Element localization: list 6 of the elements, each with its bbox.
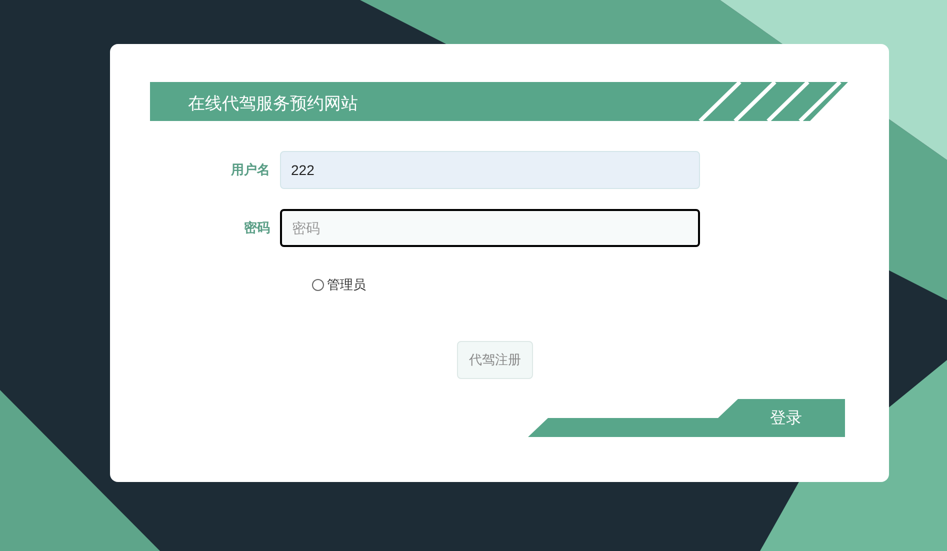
input-field[interactable]: 密码 <box>280 209 700 247</box>
input-field[interactable]: 222 <box>280 151 700 189</box>
site-title: 在线代驾服务预约网站 <box>188 93 358 115</box>
role-radio[interactable]: 管理员 <box>312 275 366 294</box>
field-label: 用户名 <box>230 161 271 180</box>
field-label: 密码 <box>243 219 271 238</box>
